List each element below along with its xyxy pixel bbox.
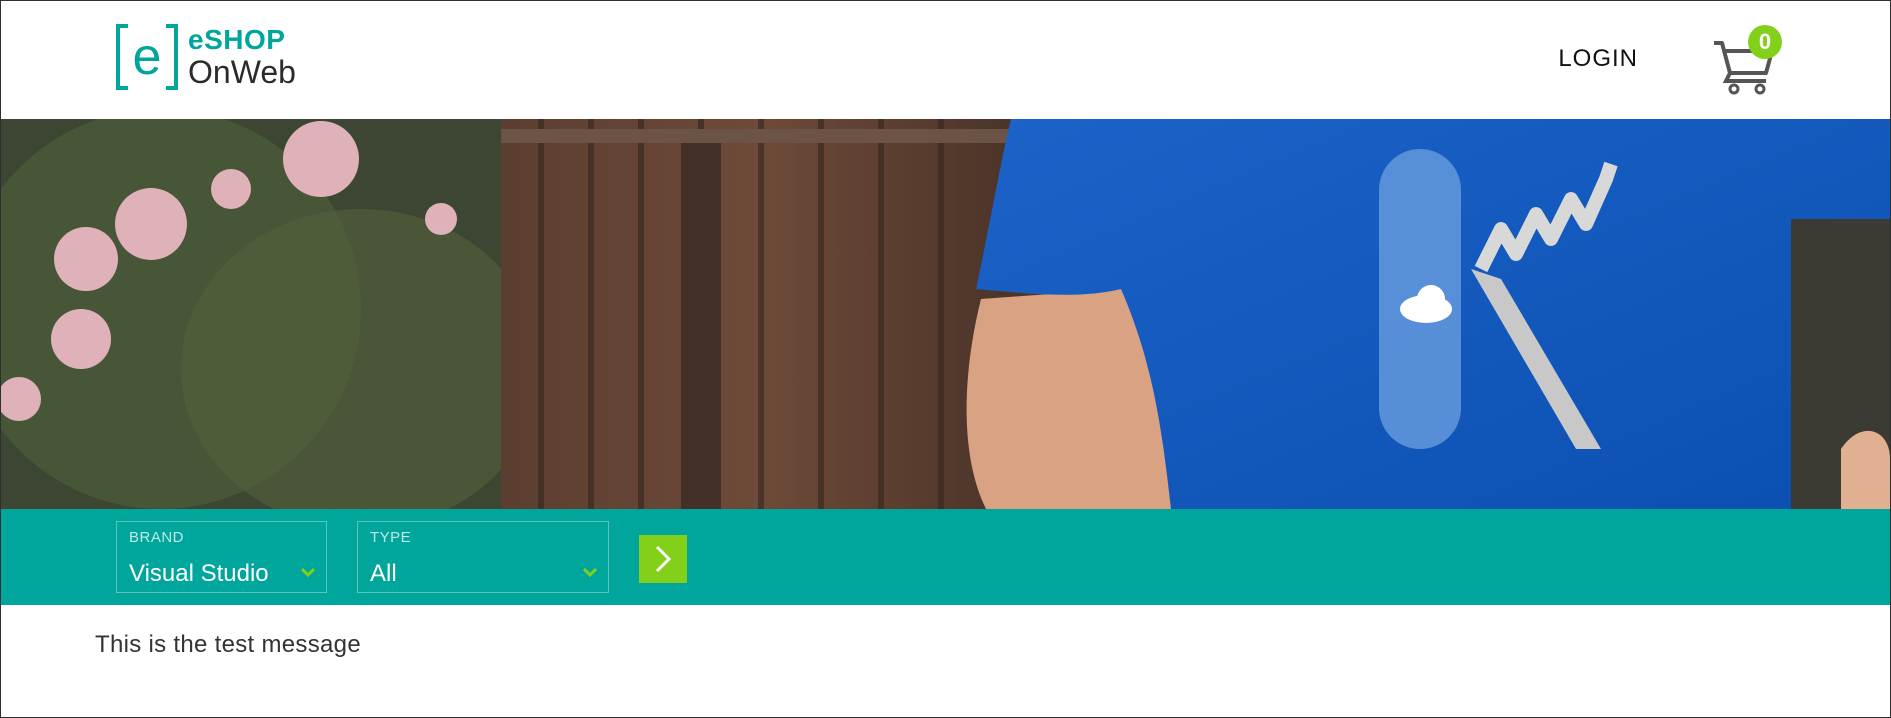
cart-count-badge: 0 xyxy=(1748,25,1782,59)
logo-link[interactable]: e eSHOP OnWeb xyxy=(116,23,296,91)
logo-eshop-text: eSHOP xyxy=(188,24,286,55)
logo-letter: e xyxy=(133,28,162,86)
type-label: TYPE xyxy=(370,529,412,546)
logo-onweb-text: OnWeb xyxy=(188,54,296,90)
login-link[interactable]: LOGIN xyxy=(1558,45,1638,73)
chevron-right-icon xyxy=(655,545,672,573)
filter-bar: BRAND Visual Studio TYPE All xyxy=(1,509,1890,605)
cart-button[interactable]: 0 xyxy=(1712,25,1782,95)
hero-banner xyxy=(1,119,1890,509)
logo-mark: e xyxy=(116,24,178,90)
logo-text: eSHOP OnWeb xyxy=(188,24,296,90)
chevron-down-icon xyxy=(300,567,316,578)
chevron-down-icon xyxy=(582,567,598,578)
status-message: This is the test message xyxy=(95,631,361,658)
site-header: e eSHOP OnWeb LOGIN 0 xyxy=(1,1,1890,119)
type-select[interactable]: TYPE All xyxy=(357,521,609,593)
banner-photo xyxy=(1,119,1890,509)
brand-value: Visual Studio xyxy=(129,560,269,587)
type-value: All xyxy=(370,560,397,587)
brand-label: BRAND xyxy=(129,529,185,546)
app-frame: e eSHOP OnWeb LOGIN 0 BRAND Visual Studi… xyxy=(0,0,1891,718)
brand-select[interactable]: BRAND Visual Studio xyxy=(116,521,327,593)
apply-filter-button[interactable] xyxy=(639,535,687,583)
